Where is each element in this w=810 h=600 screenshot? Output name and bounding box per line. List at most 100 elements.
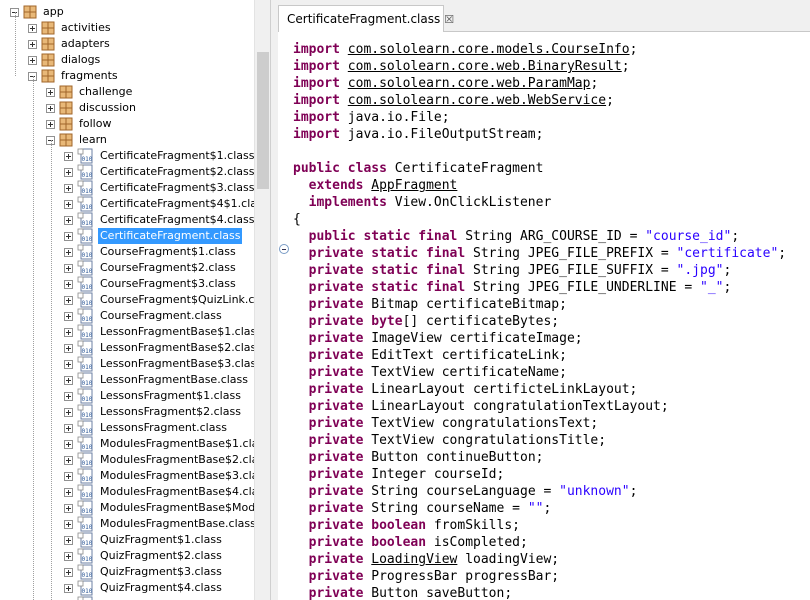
code-line[interactable]: extends AppFragment [293, 177, 786, 194]
code-line[interactable]: private Integer courseId; [293, 466, 786, 483]
tree-item[interactable]: 010 QuizFragment$3.class [64, 564, 224, 580]
tree-item[interactable]: 010 LessonFragmentBase$2.class [64, 340, 264, 356]
expand-plus-icon[interactable] [64, 423, 73, 433]
tree-item[interactable]: 010 ModulesFragmentBase$1.class [64, 436, 270, 452]
code-line[interactable] [293, 143, 786, 160]
tree-item[interactable]: 010 CertificateFragment.class [64, 228, 243, 244]
expand-plus-icon[interactable] [64, 199, 73, 209]
code-line[interactable]: private boolean fromSkills; [293, 517, 786, 534]
code-line[interactable]: private ProgressBar progressBar; [293, 568, 786, 585]
code-text[interactable]: import com.sololearn.core.models.CourseI… [293, 41, 786, 600]
tree-item[interactable]: discussion [46, 100, 138, 116]
expand-plus-icon[interactable] [28, 55, 37, 65]
expand-plus-icon[interactable] [64, 343, 73, 353]
code-line[interactable]: public static final String ARG_COURSE_ID… [293, 228, 786, 245]
expand-plus-icon[interactable] [28, 23, 37, 33]
tree-item[interactable]: activities [28, 20, 113, 36]
tree-item[interactable]: 010 LessonFragmentBase.class [64, 372, 250, 388]
tree-scrollbar-thumb[interactable] [257, 52, 269, 189]
expand-plus-icon[interactable] [64, 503, 73, 513]
expand-plus-icon[interactable] [64, 519, 73, 529]
tree-item[interactable]: dialogs [28, 52, 102, 68]
tree-scrollbar[interactable] [254, 0, 270, 600]
expand-plus-icon[interactable] [64, 567, 73, 577]
tree-item[interactable]: 010 [64, 596, 102, 600]
tree-item[interactable]: 010 CertificateFragment$2.class [64, 164, 256, 180]
code-line[interactable]: private String courseName = ""; [293, 500, 786, 517]
code-link[interactable]: com.sololearn.core.models.CourseInfo [348, 42, 630, 57]
tree-item[interactable]: app [10, 4, 66, 20]
tree-item[interactable]: 010 LessonFragmentBase$3.class [64, 356, 264, 372]
expand-plus-icon[interactable] [64, 359, 73, 369]
tree-item[interactable]: 010 ModulesFragmentBase$3.class [64, 468, 270, 484]
tree-item[interactable]: challenge [46, 84, 134, 100]
fold-collapse-icon[interactable] [279, 244, 289, 254]
tree-item[interactable]: 010 LessonsFragment$2.class [64, 404, 243, 420]
code-line[interactable]: private boolean isCompleted; [293, 534, 786, 551]
expand-plus-icon[interactable] [64, 375, 73, 385]
code-line[interactable]: import com.sololearn.core.web.ParamMap; [293, 75, 786, 92]
code-line[interactable]: public class CertificateFragment [293, 160, 786, 177]
code-link[interactable]: com.sololearn.core.web.ParamMap [348, 76, 591, 91]
tree-item[interactable]: 010 ModulesFragmentBase$ModuleDeco [64, 500, 270, 516]
expand-plus-icon[interactable] [64, 311, 73, 321]
code-line[interactable]: private static final String JPEG_FILE_UN… [293, 279, 786, 296]
code-line[interactable]: implements View.OnClickListener [293, 194, 786, 211]
panel-splitter[interactable] [271, 0, 278, 600]
tree-item[interactable]: follow [46, 116, 113, 132]
expand-plus-icon[interactable] [46, 103, 55, 113]
code-line[interactable]: private TextView congratulationsText; [293, 415, 786, 432]
tree-item[interactable]: 010 CourseFragment$1.class [64, 244, 238, 260]
expand-plus-icon[interactable] [64, 183, 73, 193]
code-line[interactable]: private Button continueButton; [293, 449, 786, 466]
expand-plus-icon[interactable] [64, 279, 73, 289]
tree-item[interactable]: 010 CertificateFragment$1.class [64, 148, 256, 164]
tree-item[interactable]: 010 QuizFragment$2.class [64, 548, 224, 564]
code-line[interactable]: private LoadingView loadingView; [293, 551, 786, 568]
code-line[interactable]: import com.sololearn.core.web.WebService… [293, 92, 786, 109]
code-line[interactable]: private EditText certificateLink; [293, 347, 786, 364]
tree-item[interactable]: 010 LessonFragmentBase$1.class [64, 324, 264, 340]
tab-certificate-fragment[interactable]: 010 CertificateFragment.class ☒ [278, 5, 454, 32]
expand-plus-icon[interactable] [64, 295, 73, 305]
expand-plus-icon[interactable] [64, 471, 73, 481]
code-link[interactable]: com.sololearn.core.web.BinaryResult [348, 59, 622, 74]
expand-plus-icon[interactable] [64, 487, 73, 497]
expand-plus-icon[interactable] [64, 215, 73, 225]
code-line[interactable]: private Button saveButton; [293, 585, 786, 600]
tree-item[interactable]: learn [46, 132, 109, 148]
code-link[interactable]: AppFragment [371, 178, 457, 193]
tree-item[interactable]: 010 ModulesFragmentBase$2.class [64, 452, 270, 468]
expand-plus-icon[interactable] [64, 151, 73, 161]
expand-plus-icon[interactable] [64, 391, 73, 401]
tree-item[interactable]: 010 CourseFragment$2.class [64, 260, 238, 276]
code-line[interactable]: import com.sololearn.core.models.CourseI… [293, 41, 786, 58]
expand-plus-icon[interactable] [64, 407, 73, 417]
expand-plus-icon[interactable] [64, 439, 73, 449]
expand-plus-icon[interactable] [64, 167, 73, 177]
code-line[interactable]: private LinearLayout congratulationTextL… [293, 398, 786, 415]
code-line[interactable]: private static final String JPEG_FILE_SU… [293, 262, 786, 279]
tree-item[interactable]: 010 LessonsFragment.class [64, 420, 229, 436]
tree-item[interactable]: 010 CertificateFragment$4$1.class [64, 196, 270, 212]
tree-item[interactable]: 010 LessonsFragment$1.class [64, 388, 243, 404]
expand-plus-icon[interactable] [64, 551, 73, 561]
expand-plus-icon[interactable] [64, 263, 73, 273]
tree-item[interactable]: 010 ModulesFragmentBase$4.class [64, 484, 270, 500]
tree-item[interactable]: 010 CourseFragment$3.class [64, 276, 238, 292]
code-line[interactable]: private Bitmap certificateBitmap; [293, 296, 786, 313]
expand-plus-icon[interactable] [64, 535, 73, 545]
tree-item[interactable]: 010 QuizFragment$1.class [64, 532, 224, 548]
code-line[interactable]: private byte[] certificateBytes; [293, 313, 786, 330]
expand-plus-icon[interactable] [46, 119, 55, 129]
tree-item[interactable]: 010 CourseFragment.class [64, 308, 224, 324]
code-line[interactable]: private LinearLayout certificteLinkLayou… [293, 381, 786, 398]
tree-item[interactable]: 010 CourseFragment$QuizLink.class [64, 292, 270, 308]
code-line[interactable]: private static final String JPEG_FILE_PR… [293, 245, 786, 262]
code-line[interactable]: private ImageView certificateImage; [293, 330, 786, 347]
tree-item[interactable]: fragments [28, 68, 120, 84]
code-link[interactable]: LoadingView [371, 552, 457, 567]
tree-item[interactable]: 010 QuizFragment$4.class [64, 580, 224, 596]
expand-plus-icon[interactable] [64, 327, 73, 337]
tree-item[interactable]: 010 CertificateFragment$4.class [64, 212, 256, 228]
